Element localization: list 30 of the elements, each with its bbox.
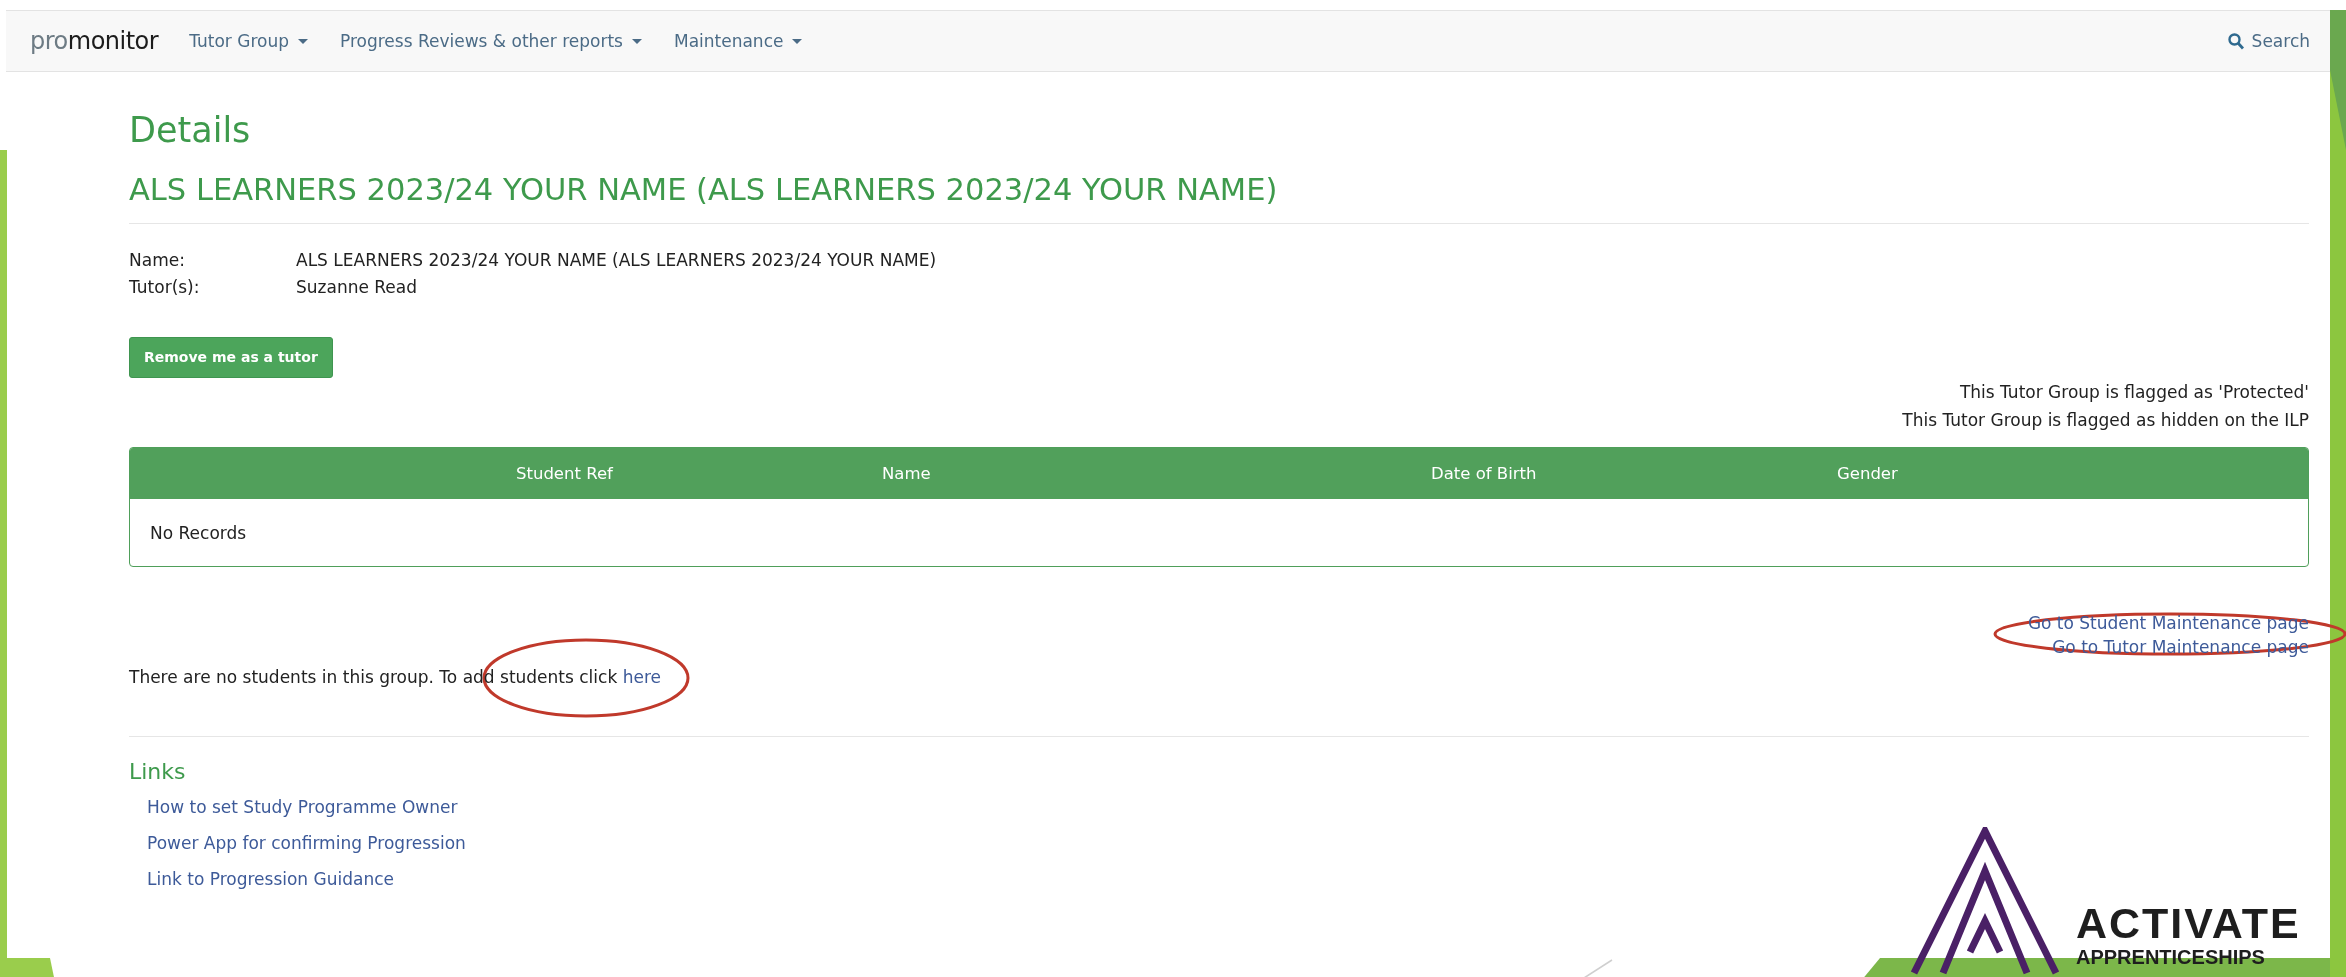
column-header: Date of Birth	[1431, 464, 1538, 483]
field-label: Tutor(s):	[129, 276, 201, 299]
flag-notice: This Tutor Group is flagged as hidden on the ILP	[1902, 409, 2309, 432]
caret-icon	[297, 38, 308, 44]
triangle-logo-icon	[1910, 827, 2060, 977]
empty-message: No Records	[150, 522, 247, 543]
search-icon	[2227, 32, 2244, 50]
nav-menu[interactable]: Progress Reviews & other reports	[323, 31, 658, 51]
caret-icon	[631, 38, 642, 44]
add-students-link[interactable]: here	[622, 667, 661, 687]
column-header: Gender	[1837, 464, 1899, 483]
search-link[interactable]: Search	[2227, 31, 2310, 51]
logo-tagline: APPRENTICESHIPS	[2076, 945, 2266, 969]
resource-link[interactable]: How to set Study Programme Owner	[147, 796, 458, 818]
column-header: Student Ref	[516, 464, 614, 483]
page-title: Details	[129, 109, 252, 152]
field-value: ALS LEARNERS 2023/24 YOUR NAME (ALS LEARNERS 2023/24 YOUR NAME)	[296, 249, 937, 272]
resource-link[interactable]: Power App for confirming Progression	[147, 832, 466, 854]
field-value: Suzanne Read	[296, 276, 419, 299]
caret-icon	[792, 38, 803, 44]
brand-logo[interactable]: promonitor	[30, 27, 159, 55]
nav-menu[interactable]: Maintenance	[657, 31, 819, 51]
flag-notice: This Tutor Group is flagged as 'Protected'	[1959, 381, 2309, 404]
group-title: ALS LEARNERS 2023/24 YOUR NAME (ALS LEARNERS 2023/24 YOUR NAME)	[129, 171, 1279, 209]
nav-menu[interactable]: Tutor Group	[173, 31, 324, 51]
resource-link[interactable]: Link to Progression Guidance	[147, 868, 394, 890]
logo-name: ACTIVATE	[2076, 901, 2301, 945]
links-heading: Links	[129, 758, 187, 786]
column-header: Name	[882, 464, 932, 483]
field-label: Name:	[129, 249, 186, 272]
